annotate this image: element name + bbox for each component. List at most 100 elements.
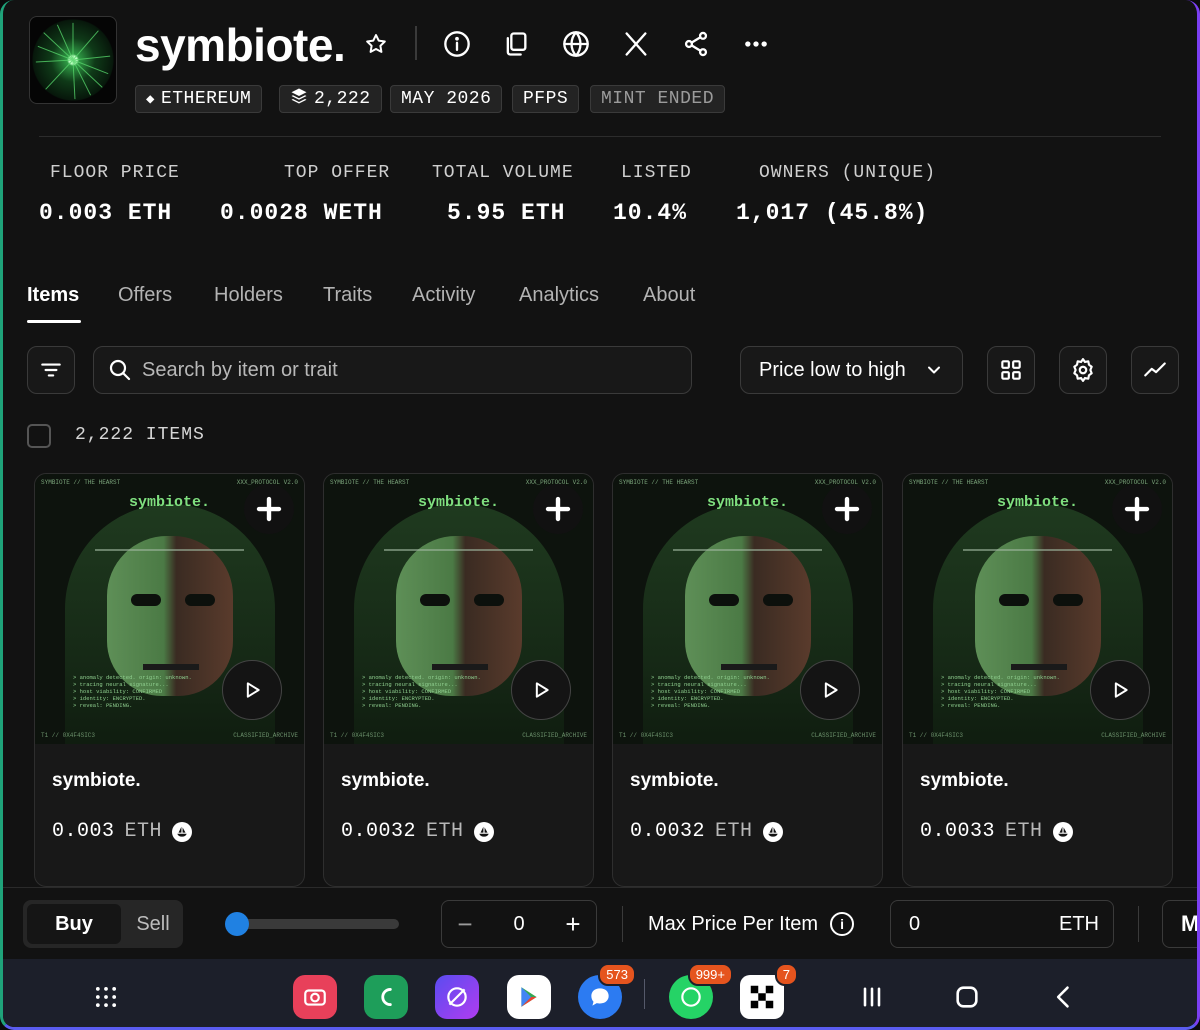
- artwork-footer-left: T1 // 0X4F4SIC3: [619, 732, 674, 739]
- sort-dropdown[interactable]: Price low to high: [740, 346, 963, 394]
- max-price-label-group: Max Price Per Item i: [648, 912, 855, 936]
- max-price-value: 0: [909, 912, 921, 935]
- apps-grid-icon[interactable]: [88, 979, 124, 1015]
- plus-icon: [1124, 496, 1150, 522]
- more-button[interactable]: M: [1162, 900, 1197, 948]
- play-icon: [535, 682, 549, 698]
- play-button[interactable]: [222, 660, 282, 720]
- search-input[interactable]: [142, 358, 662, 382]
- play-icon: [246, 682, 260, 698]
- artwork-eye: [185, 594, 215, 606]
- info-icon[interactable]: [439, 26, 475, 62]
- artwork-header-left: SYMBIOTE // THE HEARST: [909, 479, 989, 486]
- item-artwork[interactable]: SYMBIOTE // THE HEARST XXX_PROTOCOL V2.0…: [324, 474, 593, 744]
- chain-tag[interactable]: ◆ ETHEREUM: [135, 85, 263, 113]
- add-to-cart-button[interactable]: [244, 484, 294, 534]
- item-artwork[interactable]: SYMBIOTE // THE HEARST XXX_PROTOCOL V2.0…: [613, 474, 882, 744]
- artwork-terminal-line: > identity: ENCRYPTED.: [941, 695, 1014, 702]
- android-taskbar: 573 999+ 7: [3, 959, 1197, 1027]
- artwork-terminal-line: > anomaly detected. origin: unknown.: [362, 674, 481, 681]
- artwork-terminal: > anomaly detected. origin: unknown. > tr…: [651, 674, 770, 709]
- item-card[interactable]: SYMBIOTE // THE HEARST XXX_PROTOCOL V2.0…: [34, 473, 305, 887]
- artwork-footer: T1 // 0X4F4SIC3 CLASSIFIED_ARCHIVE: [619, 732, 876, 739]
- top-offer-label: TOP OFFER: [284, 163, 391, 183]
- phone-app-icon[interactable]: [364, 975, 408, 1019]
- artwork-face: [975, 536, 1101, 696]
- category-tag[interactable]: PFPS: [512, 85, 580, 113]
- browser-app-icon[interactable]: [435, 975, 479, 1019]
- grid-view-button[interactable]: [987, 346, 1035, 394]
- home-icon[interactable]: [949, 979, 985, 1015]
- artwork-terminal-line: > reveal: PENDING.: [651, 702, 711, 709]
- tab-items[interactable]: Items: [27, 284, 79, 307]
- floor-price-label: FLOOR PRICE: [50, 163, 180, 183]
- buy-toggle[interactable]: Buy: [27, 904, 121, 944]
- play-button[interactable]: [511, 660, 571, 720]
- item-card[interactable]: SYMBIOTE // THE HEARST XXX_PROTOCOL V2.0…: [323, 473, 594, 887]
- opensea-icon: [1052, 821, 1073, 842]
- listed-value: 10.4%: [613, 200, 688, 226]
- max-price-currency: ETH: [1059, 912, 1099, 935]
- item-card[interactable]: SYMBIOTE // THE HEARST XXX_PROTOCOL V2.0…: [612, 473, 883, 887]
- item-artwork[interactable]: SYMBIOTE // THE HEARST XXX_PROTOCOL V2.0…: [903, 474, 1172, 744]
- owners-value: 1,017 (45.8%): [736, 200, 929, 226]
- play-button[interactable]: [1090, 660, 1150, 720]
- decrement-button[interactable]: −: [442, 901, 488, 947]
- item-card[interactable]: SYMBIOTE // THE HEARST XXX_PROTOCOL V2.0…: [902, 473, 1173, 887]
- sell-toggle[interactable]: Sell: [127, 904, 179, 944]
- item-count: 2,222 ITEMS: [75, 425, 205, 445]
- tab-traits[interactable]: Traits: [323, 284, 372, 307]
- play-store-icon[interactable]: [507, 975, 551, 1019]
- quantity-stepper: − 0 +: [441, 900, 597, 948]
- active-tab-indicator: [27, 320, 81, 323]
- item-artwork[interactable]: SYMBIOTE // THE HEARST XXX_PROTOCOL V2.0…: [35, 474, 304, 744]
- x-twitter-icon[interactable]: [618, 26, 654, 62]
- add-to-cart-button[interactable]: [1112, 484, 1162, 534]
- collection-logo: [29, 16, 117, 104]
- back-icon[interactable]: [1046, 979, 1082, 1015]
- play-button[interactable]: [800, 660, 860, 720]
- share-icon[interactable]: [678, 26, 714, 62]
- tab-about[interactable]: About: [643, 284, 695, 307]
- settings-button[interactable]: [1059, 346, 1107, 394]
- camera-app-icon[interactable]: [293, 975, 337, 1019]
- star-icon[interactable]: [358, 26, 394, 62]
- max-price-label: Max Price Per Item: [648, 912, 819, 935]
- max-price-input[interactable]: 0 ETH: [890, 900, 1114, 948]
- okx-app-icon[interactable]: 7: [740, 963, 798, 1019]
- tab-holders[interactable]: Holders: [214, 284, 283, 307]
- copy-icon[interactable]: [498, 26, 534, 62]
- tab-analytics[interactable]: Analytics: [519, 284, 599, 307]
- recent-apps-icon[interactable]: [854, 979, 890, 1015]
- quantity-value[interactable]: 0: [488, 901, 550, 947]
- tab-offers[interactable]: Offers: [118, 284, 172, 307]
- header-separator: [415, 26, 417, 60]
- sweep-slider-thumb[interactable]: [225, 912, 249, 936]
- artwork-footer-left: T1 // 0X4F4SIC3: [41, 732, 96, 739]
- add-to-cart-button[interactable]: [822, 484, 872, 534]
- listed-label: LISTED: [621, 163, 692, 183]
- mint-status-label: MINT ENDED: [601, 89, 715, 109]
- select-all-checkbox[interactable]: [27, 424, 51, 448]
- price-chart-button[interactable]: [1131, 346, 1179, 394]
- increment-button[interactable]: +: [550, 901, 596, 947]
- more-options-icon[interactable]: [738, 26, 774, 62]
- total-volume-value: 5.95 ETH: [447, 200, 566, 226]
- item-price-currency: ETH: [124, 820, 163, 843]
- sweep-slider-track[interactable]: [228, 919, 399, 929]
- owners-label: OWNERS (UNIQUE): [759, 163, 937, 183]
- artwork-footer: T1 // 0X4F4SIC3 CLASSIFIED_ARCHIVE: [41, 732, 298, 739]
- category-tag-label: PFPS: [523, 89, 569, 109]
- messages-app-icon[interactable]: 573: [578, 963, 636, 1019]
- whatsapp-icon[interactable]: 999+: [669, 963, 733, 1019]
- collection-title: symbiote.: [135, 19, 346, 71]
- gear-icon: [1073, 358, 1093, 382]
- add-to-cart-button[interactable]: [533, 484, 583, 534]
- filter-button[interactable]: [27, 346, 75, 394]
- opensea-icon: [473, 821, 494, 842]
- artwork-footer-right: CLASSIFIED_ARCHIVE: [811, 732, 876, 739]
- globe-icon[interactable]: [558, 26, 594, 62]
- opensea-icon: [762, 821, 783, 842]
- tab-activity[interactable]: Activity: [412, 284, 475, 307]
- info-icon[interactable]: i: [830, 912, 855, 936]
